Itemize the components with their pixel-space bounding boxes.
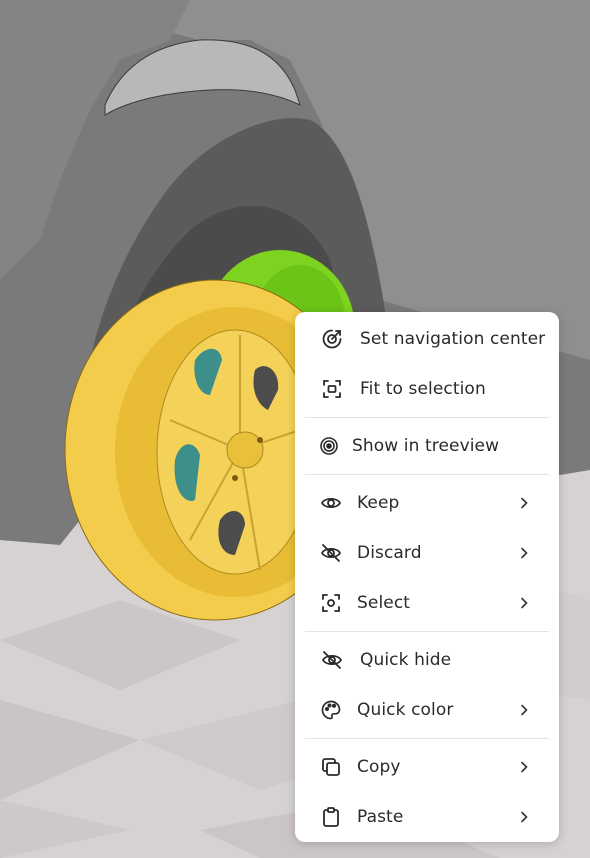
menu-item-label: Keep	[357, 493, 400, 513]
3d-viewport[interactable]: Set navigation center Fit to selection S…	[0, 0, 590, 858]
chevron-right-icon	[517, 496, 531, 510]
menu-item-show-in-treeview[interactable]: Show in treeview	[295, 421, 559, 471]
menu-item-label: Set navigation center	[360, 329, 546, 349]
menu-item-label: Select	[357, 593, 411, 613]
menu-separator	[305, 474, 549, 475]
menu-separator	[305, 738, 549, 739]
menu-item-quick-hide[interactable]: Quick hide	[295, 635, 559, 685]
menu-item-set-navigation-center[interactable]: Set navigation center	[295, 314, 559, 364]
menu-item-copy[interactable]: Copy	[295, 742, 559, 792]
clipboard-icon	[319, 805, 343, 829]
chevron-right-icon	[517, 546, 531, 560]
menu-item-label: Discard	[357, 543, 422, 563]
chevron-right-icon	[517, 596, 531, 610]
menu-item-keep[interactable]: Keep	[295, 478, 559, 528]
fit-frame-icon	[320, 377, 344, 401]
menu-item-label: Fit to selection	[360, 379, 486, 399]
lug-nut	[232, 475, 238, 481]
palette-icon	[319, 698, 343, 722]
menu-item-label: Paste	[357, 807, 404, 827]
menu-item-fit-to-selection[interactable]: Fit to selection	[295, 364, 559, 414]
menu-item-discard[interactable]: Discard	[295, 528, 559, 578]
chevron-right-icon	[517, 703, 531, 717]
chevron-right-icon	[517, 760, 531, 774]
concentric-circles-icon	[317, 434, 341, 458]
chevron-right-icon	[517, 810, 531, 824]
copy-icon	[319, 755, 343, 779]
lug-nut	[257, 437, 263, 443]
menu-item-label: Quick hide	[360, 650, 452, 670]
eye-slash-icon	[319, 541, 343, 565]
menu-item-select[interactable]: Select	[295, 578, 559, 628]
menu-item-label: Show in treeview	[352, 436, 500, 456]
menu-item-label: Copy	[357, 757, 401, 777]
context-menu: Set navigation center Fit to selection S…	[295, 312, 559, 842]
menu-item-paste[interactable]: Paste	[295, 792, 559, 842]
menu-separator	[305, 417, 549, 418]
select-frame-icon	[319, 591, 343, 615]
navigation-target-icon	[320, 327, 344, 351]
wheel-hub	[226, 431, 264, 469]
eye-slash-icon	[320, 648, 344, 672]
menu-separator	[305, 631, 549, 632]
menu-item-label: Quick color	[357, 700, 454, 720]
menu-item-quick-color[interactable]: Quick color	[295, 685, 559, 735]
eye-icon	[319, 491, 343, 515]
